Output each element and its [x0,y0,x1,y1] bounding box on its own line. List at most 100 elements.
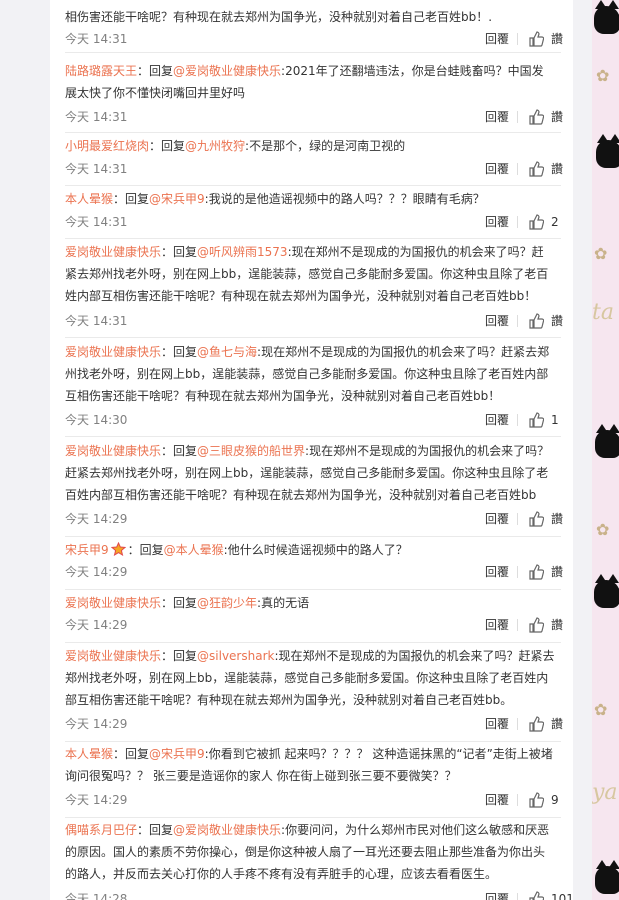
like-count: 9 [551,793,559,807]
comment-time: 今天 14:29 [65,565,128,579]
reply-button[interactable]: 回覆 [485,213,509,231]
comment-item: 本人晕猴：回复@宋兵甲9:我说的是他造谣视频中的路人吗？？？眼睛有毛病？ 今天 … [65,185,561,239]
comment-meta: 今天 14:31 回覆 讚 [65,312,563,330]
mention-link[interactable]: @三眼皮猴的船世界 [197,444,305,458]
thumbs-up-icon[interactable] [528,214,544,230]
thumbs-up-icon[interactable] [528,31,544,47]
script-lettering-decoration: ta [592,300,614,325]
comment-text: 爱岗敬业健康快乐：回复@鱼七与海:现在郑州不是现成的为国报仇的机会来了吗？赶紧去… [65,341,555,407]
comment-body: :我说的是他造谣视频中的路人吗？？？眼睛有毛病？ [204,192,485,206]
reply-button[interactable]: 回覆 [485,160,509,178]
comment-time: 今天 14:31 [65,162,128,176]
comment-meta: 今天 14:29 回覆 讚 [65,510,563,528]
black-cat-decoration [594,574,619,608]
bow-decoration: ✿ [594,700,608,719]
comment-item: 陆路璐露天王：回复@爱岗敬业健康快乐:2021年了还翻墙违法，你是台蛙贱畜吗？中… [65,52,564,133]
comment-meta: 今天 14:28 回覆 101 [65,890,573,900]
comment-meta: 今天 14:29 回覆 讚 [65,616,563,634]
thumbs-up-icon[interactable] [528,617,544,633]
comment-username[interactable]: 本人晕猴 [65,192,113,206]
reply-button[interactable]: 回覆 [485,563,509,581]
comment-body: :不是那个，绿的是河南卫视的 [245,139,406,153]
comment-item: 爱岗敬业健康快乐：回复@听风辨雨1573:现在郑州不是现成的为国报仇的机会来了吗… [65,238,563,338]
mention-link[interactable]: @silvershark [197,649,274,663]
reply-button[interactable]: 回覆 [485,108,509,126]
thumbs-up-icon[interactable] [528,161,544,177]
background-decoration: ✿ ✿ ta ✿ ✿ ya [592,0,619,900]
reply-button[interactable]: 回覆 [485,616,509,634]
vip-badge-icon [110,542,126,556]
comment-meta: 今天 14:29 回覆 讚 [65,563,564,581]
comment-time: 今天 14:29 [65,793,128,807]
like-count: 讚 [551,110,564,124]
reply-button[interactable]: 回覆 [485,411,509,429]
comment-item: 爱岗敬业健康快乐：回复@三眼皮猴的船世界:现在郑州不是现成的为国报仇的机会来了吗… [65,436,563,537]
comment-username[interactable]: 宋兵甲9 [65,543,109,557]
comment-item: 偶喵系月巴仔：回复@爱岗敬业健康快乐:你要问问，为什么郑州市民对他们这么敏感和厌… [65,817,573,900]
mention-link[interactable]: @鱼七与海 [197,345,257,359]
divider [517,33,518,45]
reply-prefix: ：回复 [161,345,198,359]
comment-item: 爱岗敬业健康快乐：回复@鱼七与海:现在郑州不是现成的为国报仇的机会来了吗？赶紧去… [65,337,561,437]
comment-time: 今天 14:31 [65,215,128,229]
mention-link[interactable]: @宋兵甲9 [149,747,205,761]
comment-meta: 今天 14:29 回覆 9 [65,791,561,809]
thumbs-up-icon[interactable] [528,511,544,527]
mention-link[interactable]: @狂韵少年 [197,596,257,610]
like-count: 讚 [551,32,564,46]
divider [517,414,518,426]
reply-button[interactable]: 回覆 [485,791,509,809]
mention-link[interactable]: @爱岗敬业健康快乐 [173,64,281,78]
thumbs-up-icon[interactable] [528,412,544,428]
reply-prefix: ：回复 [161,649,198,663]
comment-username[interactable]: 爱岗敬业健康快乐 [65,345,161,359]
comment-text: 爱岗敬业健康快乐：回复@三眼皮猴的船世界:现在郑州不是现成的为国报仇的机会来了吗… [65,440,555,506]
reply-prefix: ：回复 [149,139,186,153]
comment-time: 今天 14:31 [65,314,128,328]
comment-item: 宋兵甲9 ：回复@本人晕猴:他什么时候造谣视频中的路人了？ 今天 14:29 回覆… [65,536,564,590]
thumbs-up-icon[interactable] [528,792,544,808]
comment-username[interactable]: 爱岗敬业健康快乐 [65,444,161,458]
thumbs-up-icon[interactable] [528,891,544,900]
divider [517,893,518,900]
mention-link[interactable]: @宋兵甲9 [149,192,205,206]
reply-prefix: ：回复 [161,596,198,610]
comment-text: 小明最爱红烧肉：回复@九州牧狩:不是那个，绿的是河南卫视的 [65,135,555,157]
comment-username[interactable]: 爱岗敬业健康快乐 [65,649,161,663]
comment-time: 今天 14:28 [65,892,128,900]
comment-username[interactable]: 偶喵系月巴仔 [65,823,137,837]
comment-username[interactable]: 爱岗敬业健康快乐 [65,245,161,259]
reply-button[interactable]: 回覆 [485,510,509,528]
comment-text: 爱岗敬业健康快乐：回复@听风辨雨1573:现在郑州不是现成的为国报仇的机会来了吗… [65,241,555,307]
reply-prefix: ：回复 [137,823,174,837]
comment-item: 小明最爱红烧肉：回复@九州牧狩:不是那个，绿的是河南卫视的 今天 14:31 回… [65,132,563,186]
reply-prefix: ：回复 [161,444,198,458]
reply-button[interactable]: 回覆 [485,715,509,733]
reply-button[interactable]: 回覆 [485,890,509,900]
comment-text: 本人晕猴：回复@宋兵甲9:我说的是他造谣视频中的路人吗？？？眼睛有毛病？ [65,188,555,210]
mention-link[interactable]: @爱岗敬业健康快乐 [173,823,281,837]
like-count: 讚 [551,717,564,731]
thumbs-up-icon[interactable] [528,109,544,125]
comment-text: 偶喵系月巴仔：回复@爱岗敬业健康快乐:你要问问，为什么郑州市民对他们这么敏感和厌… [65,819,555,885]
reply-button[interactable]: 回覆 [485,312,509,330]
comment-text: 本人晕猴：回复@宋兵甲9:你看到它被抓 起来吗？？？？ 这种造谣抹黑的“记者”走… [65,743,555,787]
comment-meta: 今天 14:31 回覆 讚 [65,160,563,178]
comment-username[interactable]: 爱岗敬业健康快乐 [65,596,161,610]
reply-button[interactable]: 回覆 [485,30,509,48]
mention-link[interactable]: @听风辨雨1573 [197,245,288,259]
thumbs-up-icon[interactable] [528,564,544,580]
comment-username[interactable]: 本人晕猴 [65,747,113,761]
comment-username[interactable]: 小明最爱红烧肉 [65,139,149,153]
reply-prefix: ：回复 [113,747,150,761]
mention-link[interactable]: @九州牧狩 [185,139,245,153]
like-count: 1 [551,413,559,427]
like-count: 讚 [551,565,564,579]
comment-username[interactable]: 陆路璐露天王 [65,64,137,78]
mention-link[interactable]: @本人晕猴 [164,543,224,557]
comment-time: 今天 14:29 [65,717,128,731]
thumbs-up-icon[interactable] [528,313,544,329]
comment-time: 今天 14:29 [65,512,128,526]
comment-meta: 今天 14:31 回覆 讚 [65,108,564,126]
thumbs-up-icon[interactable] [528,716,544,732]
